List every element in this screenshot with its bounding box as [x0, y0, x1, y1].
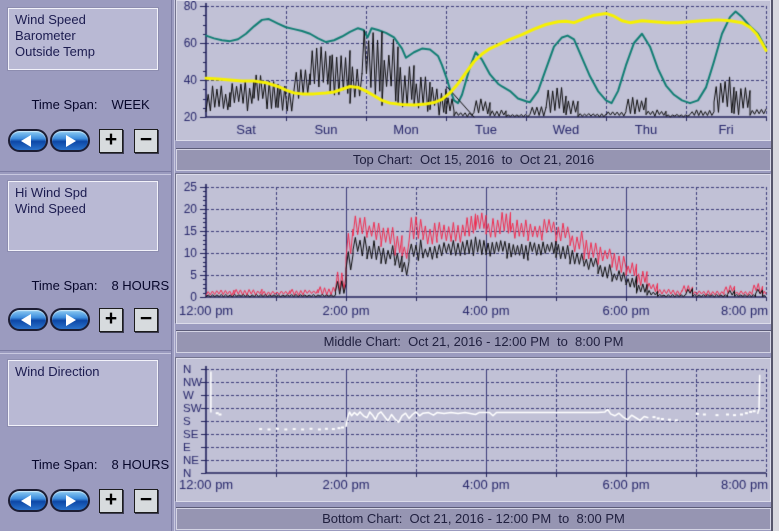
- middle-chart-caption: Middle Chart: Oct 21, 2016 - 12:00 PM to…: [176, 331, 771, 353]
- sidebar-section-top-chart: Wind Speed Barometer Outside Temp Time S…: [0, 0, 171, 171]
- time-span-row: Time Span: 8 HOURS: [10, 263, 169, 308]
- left-arrow-icon: [21, 495, 31, 507]
- legend-item-wind-speed[interactable]: Wind Speed: [15, 201, 157, 217]
- top-chart-panel: [176, 0, 771, 141]
- weather-app-window: Wind Speed Barometer Outside Temp Time S…: [0, 0, 779, 531]
- bottom-chart-caption: Bottom Chart: Oct 21, 2016 - 12:00 PM to…: [176, 508, 771, 530]
- scroll-back-button[interactable]: [8, 489, 48, 512]
- bottom-chart-canvas[interactable]: [177, 359, 770, 501]
- right-arrow-icon: [66, 495, 76, 507]
- legend-item-hi-wind-spd[interactable]: Hi Wind Spd: [15, 185, 157, 201]
- scroll-forward-button[interactable]: [50, 129, 90, 152]
- zoom-in-button[interactable]: +: [99, 308, 123, 332]
- middle-chart-panel: [176, 174, 771, 324]
- legend-item-barometer[interactable]: Barometer: [15, 28, 157, 44]
- time-span-value: 8 HOURS: [111, 278, 169, 293]
- zoom-out-button[interactable]: −: [134, 129, 158, 153]
- time-span-label: Time Span:: [31, 97, 97, 112]
- time-span-value: WEEK: [111, 97, 149, 112]
- left-arrow-icon: [21, 135, 31, 147]
- sidebar-divider: [0, 350, 171, 354]
- right-arrow-icon: [66, 314, 76, 326]
- sidebar-section-bottom-chart: Wind Direction Time Span: 8 HOURS + −: [0, 352, 171, 531]
- zoom-out-button[interactable]: −: [134, 489, 158, 513]
- middle-chart-series-listbox[interactable]: Hi Wind Spd Wind Speed: [8, 181, 158, 251]
- time-span-label: Time Span:: [31, 278, 97, 293]
- sidebar-chart-divider: [171, 0, 175, 531]
- left-arrow-icon: [21, 314, 31, 326]
- time-span-value: 8 HOURS: [111, 457, 169, 472]
- zoom-out-button[interactable]: −: [134, 308, 158, 332]
- scroll-forward-button[interactable]: [50, 489, 90, 512]
- right-arrow-icon: [66, 135, 76, 147]
- bottom-chart-series-listbox[interactable]: Wind Direction: [8, 360, 158, 426]
- time-span-row: Time Span: WEEK: [10, 82, 150, 127]
- time-span-row: Time Span: 8 HOURS: [10, 442, 169, 487]
- sidebar-divider: [0, 171, 171, 175]
- top-chart-canvas[interactable]: [177, 1, 770, 140]
- bottom-chart-panel: [176, 358, 771, 502]
- window-edge: [771, 0, 779, 531]
- top-chart-series-listbox[interactable]: Wind Speed Barometer Outside Temp: [8, 8, 158, 70]
- legend-item-outside-temp[interactable]: Outside Temp: [15, 44, 157, 60]
- legend-item-wind-direction[interactable]: Wind Direction: [15, 364, 157, 380]
- scroll-back-button[interactable]: [8, 308, 48, 331]
- zoom-in-button[interactable]: +: [99, 489, 123, 513]
- time-span-label: Time Span:: [31, 457, 97, 472]
- top-chart-caption: Top Chart: Oct 15, 2016 to Oct 21, 2016: [176, 149, 771, 171]
- scroll-back-button[interactable]: [8, 129, 48, 152]
- sidebar-section-middle-chart: Hi Wind Spd Wind Speed Time Span: 8 HOURS…: [0, 173, 171, 350]
- legend-item-wind-speed[interactable]: Wind Speed: [15, 12, 157, 28]
- scroll-forward-button[interactable]: [50, 308, 90, 331]
- middle-chart-canvas[interactable]: [177, 175, 770, 323]
- zoom-in-button[interactable]: +: [99, 129, 123, 153]
